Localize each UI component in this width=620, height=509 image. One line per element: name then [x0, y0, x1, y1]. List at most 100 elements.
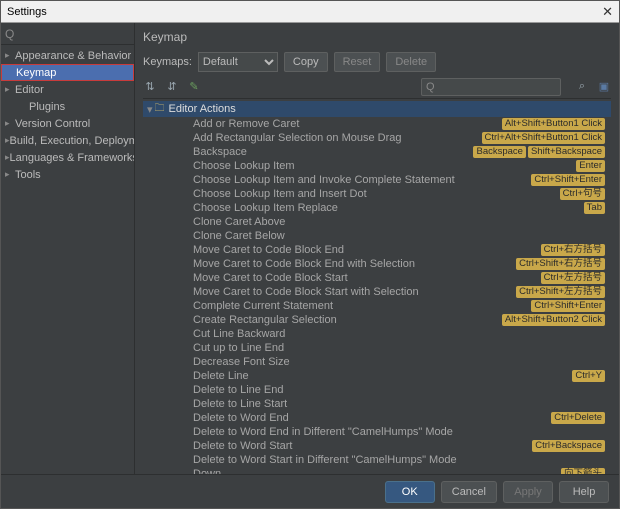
- keymaps-select[interactable]: Default: [198, 52, 278, 72]
- shortcut-badge: Enter: [576, 160, 605, 172]
- action-row[interactable]: Cut up to Line End: [143, 341, 611, 355]
- shortcut-list: 向下箭头: [561, 468, 611, 474]
- action-name: Choose Lookup Item and Invoke Complete S…: [193, 174, 531, 186]
- shortcut-badge: Ctrl+句号: [560, 188, 605, 200]
- action-row[interactable]: Decrease Font Size: [143, 355, 611, 369]
- action-row[interactable]: BackspaceBackspaceShift+Backspace: [143, 145, 611, 159]
- find-by-shortcut-icon[interactable]: ⌕: [575, 80, 589, 94]
- tree-arrow-icon: ▸: [5, 84, 15, 95]
- action-row[interactable]: Delete to Word End in Different "CamelHu…: [143, 425, 611, 439]
- action-name: Delete to Line Start: [193, 398, 605, 410]
- action-row[interactable]: Delete to Line Start: [143, 397, 611, 411]
- action-name: Backspace: [193, 146, 473, 158]
- shortcut-list: Ctrl+Alt+Shift+Button1 Click: [482, 132, 611, 144]
- collapse-all-icon[interactable]: ⇵: [165, 80, 179, 94]
- action-name: Choose Lookup Item Replace: [193, 202, 584, 214]
- action-name: Create Rectangular Selection: [193, 314, 502, 326]
- action-row[interactable]: Delete to Line End: [143, 383, 611, 397]
- action-row[interactable]: Cut Line Backward: [143, 327, 611, 341]
- sidebar-item-keymap[interactable]: Keymap: [1, 64, 134, 81]
- action-row[interactable]: Move Caret to Code Block EndCtrl+右方括号: [143, 243, 611, 257]
- action-name: Delete to Word End in Different "CamelHu…: [193, 426, 605, 438]
- tree-arrow-icon: ▸: [5, 169, 15, 180]
- action-name: Clone Caret Below: [193, 230, 605, 242]
- action-name: Cut Line Backward: [193, 328, 605, 340]
- group-editor-actions[interactable]: ▾ 🗀 Editor Actions: [143, 101, 611, 117]
- action-row[interactable]: Down向下箭头: [143, 467, 611, 474]
- tree-arrow-icon: ▸: [5, 118, 15, 129]
- content: Keymap Keymaps: Default Copy Reset Delet…: [135, 23, 619, 474]
- action-row[interactable]: Move Caret to Code Block Start with Sele…: [143, 285, 611, 299]
- group-label: Editor Actions: [169, 103, 236, 115]
- filter-icon[interactable]: ▣: [597, 80, 611, 94]
- action-name: Move Caret to Code Block End: [193, 244, 541, 256]
- action-name: Delete to Line End: [193, 384, 605, 396]
- action-row[interactable]: Create Rectangular SelectionAlt+Shift+Bu…: [143, 313, 611, 327]
- shortcut-badge: Ctrl+Delete: [551, 412, 605, 424]
- ok-button[interactable]: OK: [385, 481, 435, 503]
- action-row[interactable]: Move Caret to Code Block End with Select…: [143, 257, 611, 271]
- cancel-button[interactable]: Cancel: [441, 481, 497, 503]
- sidebar-item-label: Tools: [15, 169, 41, 181]
- shortcut-badge: Ctrl+Shift+Enter: [531, 300, 605, 312]
- sidebar-item-tools[interactable]: ▸Tools: [1, 166, 134, 183]
- shortcut-badge: Ctrl+Backspace: [532, 440, 605, 452]
- help-button[interactable]: Help: [559, 481, 609, 503]
- sidebar-item-version-control[interactable]: ▸Version Control: [1, 115, 134, 132]
- sidebar-item-build-execution-deployment[interactable]: ▸Build, Execution, Deployment: [1, 132, 134, 149]
- action-row[interactable]: Choose Lookup Item and Invoke Complete S…: [143, 173, 611, 187]
- search-icon: Q: [426, 81, 435, 93]
- copy-button[interactable]: Copy: [284, 52, 328, 72]
- action-row[interactable]: Choose Lookup Item ReplaceTab: [143, 201, 611, 215]
- action-row[interactable]: Add Rectangular Selection on Mouse DragC…: [143, 131, 611, 145]
- action-name: Decrease Font Size: [193, 356, 605, 368]
- action-search[interactable]: Q: [421, 78, 561, 96]
- shortcut-list: Alt+Shift+Button2 Click: [502, 314, 611, 326]
- action-row[interactable]: Delete LineCtrl+Y: [143, 369, 611, 383]
- sidebar-item-languages-frameworks[interactable]: ▸Languages & Frameworks: [1, 149, 134, 166]
- toolbar: ⇅ ⇵ ✎ Q ⌕ ▣: [143, 75, 611, 99]
- shortcut-list: Enter: [576, 160, 611, 172]
- reset-button: Reset: [334, 52, 381, 72]
- shortcut-badge: 向下箭头: [561, 468, 605, 474]
- action-row[interactable]: Delete to Word StartCtrl+Backspace: [143, 439, 611, 453]
- action-name: Move Caret to Code Block Start: [193, 272, 541, 284]
- close-icon[interactable]: ✕: [602, 4, 613, 20]
- action-name: Add Rectangular Selection on Mouse Drag: [193, 132, 482, 144]
- shortcut-list: BackspaceShift+Backspace: [473, 146, 611, 158]
- action-row[interactable]: Choose Lookup Item and Insert DotCtrl+句号: [143, 187, 611, 201]
- shortcut-list: Ctrl+Shift+右方括号: [516, 258, 611, 270]
- action-row[interactable]: Delete to Word Start in Different "Camel…: [143, 453, 611, 467]
- action-row[interactable]: Move Caret to Code Block StartCtrl+左方括号: [143, 271, 611, 285]
- folder-icon: 🗀: [155, 101, 165, 118]
- page-title: Keymap: [143, 27, 611, 47]
- action-name: Add or Remove Caret: [193, 118, 502, 130]
- sidebar-item-label: Build, Execution, Deployment: [10, 135, 134, 147]
- sidebar-item-label: Languages & Frameworks: [10, 152, 134, 164]
- action-name: Delete Line: [193, 370, 572, 382]
- action-row[interactable]: Clone Caret Below: [143, 229, 611, 243]
- actions-list[interactable]: ▾ 🗀 Editor Actions Add or Remove CaretAl…: [143, 101, 611, 474]
- action-name: Choose Lookup Item and Insert Dot: [193, 188, 560, 200]
- sidebar-item-editor[interactable]: ▸Editor: [1, 81, 134, 98]
- expand-all-icon[interactable]: ⇅: [143, 80, 157, 94]
- sidebar-item-label: Appearance & Behavior: [15, 50, 131, 62]
- action-row[interactable]: Choose Lookup ItemEnter: [143, 159, 611, 173]
- action-row[interactable]: Delete to Word EndCtrl+Delete: [143, 411, 611, 425]
- title-bar: Settings ✕: [1, 1, 619, 23]
- shortcut-list: Ctrl+左方括号: [541, 272, 611, 284]
- shortcut-badge: Alt+Shift+Button2 Click: [502, 314, 605, 326]
- search-icon: Q: [5, 27, 14, 41]
- action-name: Cut up to Line End: [193, 342, 605, 354]
- shortcut-badge: Ctrl+左方括号: [541, 272, 605, 284]
- tree-collapse-icon: ▾: [147, 103, 153, 116]
- action-row[interactable]: Add or Remove CaretAlt+Shift+Button1 Cli…: [143, 117, 611, 131]
- action-row[interactable]: Clone Caret Above: [143, 215, 611, 229]
- edit-icon[interactable]: ✎: [187, 80, 201, 94]
- sidebar-item-appearance-behavior[interactable]: ▸Appearance & Behavior: [1, 47, 134, 64]
- action-row[interactable]: Complete Current StatementCtrl+Shift+Ent…: [143, 299, 611, 313]
- action-name: Choose Lookup Item: [193, 160, 576, 172]
- sidebar-item-plugins[interactable]: Plugins: [1, 98, 134, 115]
- sidebar-search[interactable]: Q: [1, 23, 134, 45]
- shortcut-list: Ctrl+Backspace: [532, 440, 611, 452]
